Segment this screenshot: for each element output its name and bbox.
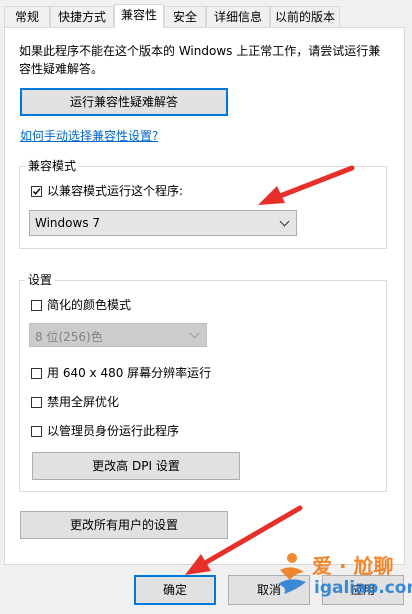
disable-fullscreen-label: 禁用全屏优化 [47,395,120,409]
reduced-color-label: 简化的颜色模式 [47,298,132,312]
watermark-url: igaliao.com [314,578,412,598]
run-troubleshooter-label: 运行兼容性疑难解答 [69,95,178,109]
tab-shortcut-label: 快捷方式 [57,10,106,24]
compat-mode-checkbox[interactable] [31,186,42,197]
compat-os-select[interactable]: Windows 7 [29,210,297,236]
compat-mode-title: 兼容模式 [25,159,80,173]
tab-shortcut[interactable]: 快捷方式 [50,6,114,27]
run-as-admin-label: 以管理员身份运行此程序 [47,424,180,438]
intro-line-2: 容性疑难解答。 [19,62,104,76]
tab-compatibility-label: 兼容性 [120,8,157,22]
tab-security[interactable]: 安全 [164,6,206,27]
tab-general[interactable]: 常规 [4,6,50,27]
tab-details[interactable]: 详细信息 [206,6,270,27]
watermark-brand: 爱 · 尬聊 [312,554,394,578]
chevron-down-icon [189,328,200,339]
intro-line-1: 如果此程序不能在这个版本的 Windows 上正常工作，请尝试运行兼 [19,44,381,58]
chevron-down-icon [279,216,290,227]
checkmark-icon [32,188,41,195]
watermark: 爱 · 尬聊 igaliao.com [272,548,412,614]
compatibility-panel: 如果此程序不能在这个版本的 Windows 上正常工作，请尝试运行兼 容性疑难解… [4,27,405,565]
res-640-label: 用 640 x 480 屏幕分辨率运行 [47,366,212,380]
compat-mode-group [19,166,387,249]
tab-previous-versions[interactable]: 以前的版本 [270,6,340,27]
change-dpi-button[interactable]: 更改高 DPI 设置 [32,452,240,480]
change-all-users-button[interactable]: 更改所有用户的设置 [20,511,228,539]
res-640-checkbox[interactable] [31,368,42,379]
watermark-logo-icon [278,553,306,594]
settings-title: 设置 [25,273,56,287]
compat-mode-checkbox-label: 以兼容模式运行这个程序: [47,184,184,198]
run-as-admin-checkbox[interactable] [31,426,42,437]
color-depth-value: 8 位(256)色 [35,330,103,344]
run-troubleshooter-button[interactable]: 运行兼容性疑难解答 [20,88,228,116]
intro-text: 如果此程序不能在这个版本的 Windows 上正常工作，请尝试运行兼 容性疑难解… [19,42,380,78]
change-all-users-label: 更改所有用户的设置 [69,518,178,532]
ok-button[interactable]: 确定 [134,575,216,605]
tab-security-label: 安全 [172,10,197,24]
tab-general-label: 常规 [14,10,39,24]
ok-label: 确定 [162,583,187,597]
reduced-color-checkbox[interactable] [31,300,42,311]
manual-compat-settings-link[interactable]: 如何手动选择兼容性设置? [20,127,158,144]
change-dpi-label: 更改高 DPI 设置 [92,459,180,473]
compat-os-value: Windows 7 [35,216,101,230]
tab-previous-versions-label: 以前的版本 [274,10,335,24]
tab-details-label: 详细信息 [213,10,262,24]
disable-fullscreen-checkbox[interactable] [31,397,42,408]
tab-compatibility[interactable]: 兼容性 [114,4,164,28]
color-depth-select[interactable]: 8 位(256)色 [29,323,207,347]
